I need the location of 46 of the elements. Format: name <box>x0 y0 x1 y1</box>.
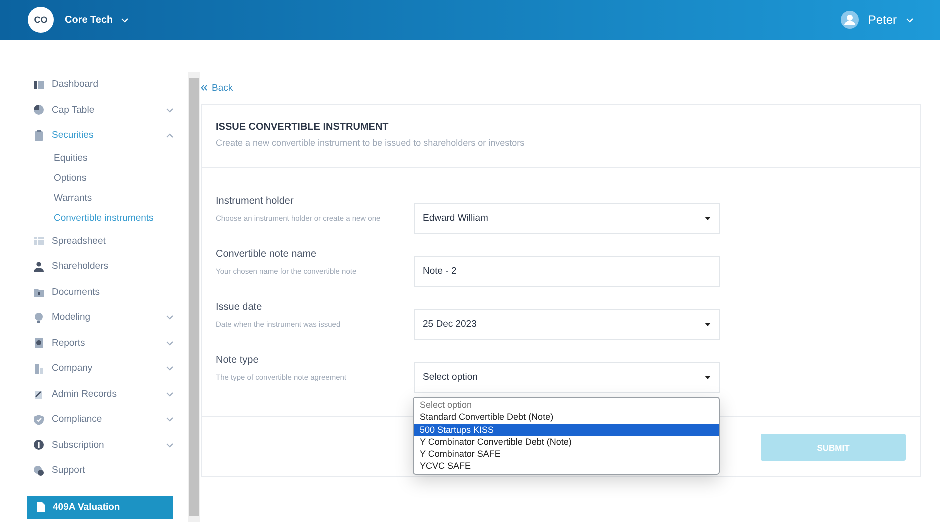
sidebar-item[interactable]: Company <box>27 356 174 382</box>
sidebar-item[interactable]: Admin Records <box>27 382 174 407</box>
select-field[interactable]: Select option <box>414 362 720 393</box>
sidebar-item[interactable]: Cap Table <box>27 98 174 123</box>
sidebar-item[interactable]: Modeling <box>27 305 174 330</box>
dropdown-option[interactable]: Standard Convertible Debt (Note) <box>414 411 719 424</box>
dropdown-option[interactable]: YCVC SAFE <box>414 460 719 473</box>
sidebar-item[interactable]: Securities <box>27 123 174 148</box>
back-link[interactable]: Back <box>201 81 234 95</box>
sidebar-item[interactable]: Convertible instruments <box>27 208 174 228</box>
dropdown-caret-icon <box>705 322 711 326</box>
field-label: Instrument holder <box>216 196 295 207</box>
chevron-icon <box>121 18 130 22</box>
sidebar-item[interactable]: Options <box>27 168 174 188</box>
dropdown-caret-icon <box>705 376 711 380</box>
field-label: Convertible note name <box>216 249 318 260</box>
field-label: Note type <box>216 355 260 366</box>
sidebar-item[interactable]: Subscription <box>27 432 174 458</box>
valuation-button[interactable]: 409A Valuation <box>27 496 173 518</box>
select-field[interactable]: Edward William <box>414 203 720 234</box>
sidebar-item[interactable]: Dashboard <box>27 72 174 98</box>
sidebar-item[interactable]: Reports <box>27 330 174 356</box>
double-chevron-icon <box>201 85 208 91</box>
scrollbar[interactable] <box>188 72 200 522</box>
avatar-icon <box>841 11 860 29</box>
sidebar-item[interactable]: Spreadsheet <box>27 228 174 254</box>
company-logo: CO <box>28 7 54 33</box>
sidebar-item[interactable]: Support <box>27 458 174 484</box>
sidebar-item[interactable]: Compliance <box>27 407 174 432</box>
sidebar-item[interactable]: Shareholders <box>27 254 174 280</box>
select-field[interactable]: 25 Dec 2023 <box>414 309 720 340</box>
user-menu[interactable]: Peter <box>841 11 914 29</box>
document-icon <box>37 502 45 512</box>
sidebar-item[interactable]: Warrants <box>27 188 174 208</box>
sidebar-item[interactable]: Equities <box>27 148 174 168</box>
form-subtitle: Create a new convertible instrument to be issued to shareholders or investors <box>216 138 526 148</box>
dropdown-option[interactable]: 500 Startups KISS <box>414 424 719 436</box>
dropdown-caret-icon <box>705 216 711 220</box>
field-label: Issue date <box>216 302 264 313</box>
form-title: ISSUE CONVERTIBLE INSTRUMENT <box>216 122 390 133</box>
company-name[interactable]: Core Tech <box>65 14 114 26</box>
input-field[interactable]: Note - 2 <box>414 256 720 287</box>
chevron-icon <box>906 18 914 22</box>
dropdown-option[interactable]: Y Combinator SAFE <box>414 448 719 460</box>
sidebar-item[interactable]: Documents <box>27 280 174 305</box>
dropdown-option[interactable]: Y Combinator Convertible Debt (Note) <box>414 436 719 448</box>
